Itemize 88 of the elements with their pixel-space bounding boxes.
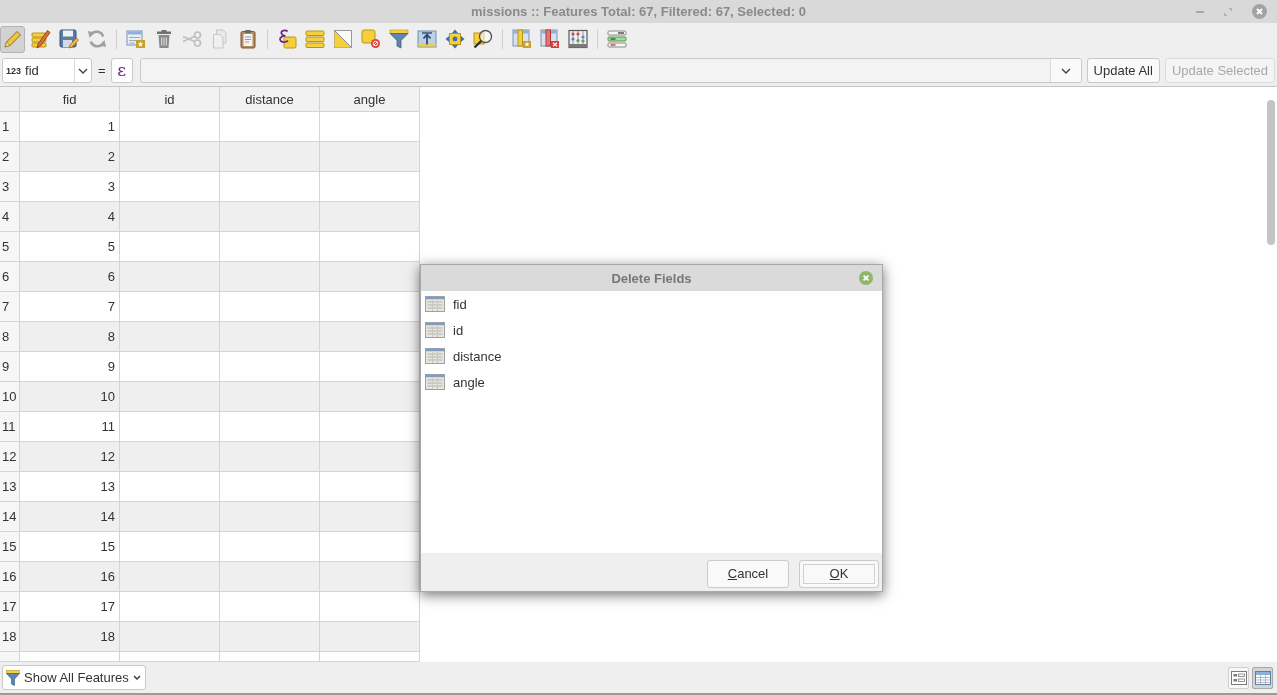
update-button[interactable]: Update All: [1086, 58, 1160, 83]
field-selector[interactable]: 123 fid: [2, 58, 92, 83]
table-cell: 8: [20, 322, 120, 352]
dialog-button[interactable]: Cancel: [707, 559, 789, 588]
close-icon[interactable]: [1252, 4, 1267, 19]
table-cell: 6: [20, 262, 120, 292]
row-header[interactable]: 15: [0, 532, 20, 562]
field-list-item[interactable]: id: [421, 317, 882, 343]
table-cell: 3: [20, 172, 120, 202]
chevron-down-icon: [132, 675, 141, 680]
minimize-icon[interactable]: [1196, 10, 1204, 13]
square-arrows-icon: [444, 29, 465, 49]
table-icon: [425, 348, 445, 364]
table-cell: 14: [20, 502, 120, 532]
row-header[interactable]: 3: [0, 172, 20, 202]
view-toggle-button[interactable]: [1228, 666, 1249, 689]
column-header[interactable]: fid: [20, 87, 120, 112]
table-cell: 16: [20, 562, 120, 592]
table-cell: 17: [20, 592, 120, 622]
table-cell: 4: [20, 202, 120, 232]
table-cell: 5: [20, 232, 120, 262]
expression-button[interactable]: ε: [110, 58, 133, 83]
field-list-item[interactable]: fid: [421, 291, 882, 317]
equals-sign: =: [98, 63, 106, 78]
filter-dropdown-button[interactable]: Show All Features: [2, 665, 146, 690]
row-header[interactable]: 10: [0, 382, 20, 412]
row-header[interactable]: 9: [0, 352, 20, 382]
refresh-icon: [86, 29, 107, 49]
row-header[interactable]: 11: [0, 412, 20, 442]
expression-field[interactable]: [139, 58, 1082, 83]
save-icon: [58, 29, 79, 49]
table-cell: 1: [20, 112, 120, 142]
column-header[interactable]: distance: [220, 87, 320, 112]
magnifier-square-icon: [472, 29, 493, 49]
dialog-button[interactable]: OK: [799, 559, 879, 588]
close-icon[interactable]: [859, 271, 873, 285]
row-header[interactable]: 17: [0, 592, 20, 622]
row-header[interactable]: 18: [0, 622, 20, 652]
table-cell: 11: [20, 412, 120, 442]
view-toggle-button[interactable]: [1252, 666, 1273, 689]
window-title: missions :: Features Total: 67, Filtered: 67, Selected: 0: [471, 4, 806, 19]
table-cell: 15: [20, 532, 120, 562]
row-header[interactable]: 4: [0, 202, 20, 232]
table-cell: 7: [20, 292, 120, 322]
table-cell: 10: [20, 382, 120, 412]
row-header[interactable]: 5: [0, 232, 20, 262]
table-icon: [425, 296, 445, 312]
funnel-icon: [6, 669, 20, 686]
row-header[interactable]: 1: [0, 112, 20, 142]
table-icon: [425, 374, 445, 390]
chevron-down-icon: [78, 67, 88, 74]
row-header[interactable]: 2: [0, 142, 20, 172]
table-cell: 12: [20, 442, 120, 472]
table-view-icon: [1254, 670, 1271, 685]
chevron-down-icon: [1060, 67, 1071, 74]
field-list-item[interactable]: angle: [421, 369, 882, 395]
funnel-icon: [388, 29, 409, 49]
pencil-bars-icon: [30, 29, 51, 49]
row-header[interactable]: 7: [0, 292, 20, 322]
row-header[interactable]: 13: [0, 472, 20, 502]
row-header[interactable]: 8: [0, 322, 20, 352]
epsilon-square-icon: [276, 29, 297, 49]
abacus-icon: [567, 29, 588, 49]
diagonal-square-icon: [332, 29, 353, 49]
rows-icon: [606, 29, 627, 49]
column-remove-icon: [539, 29, 560, 49]
table-star-icon: [125, 29, 146, 49]
table-icon: [425, 322, 445, 338]
table-cell: 18: [20, 622, 120, 652]
pencil-icon: [2, 29, 23, 49]
stacked-bars-icon: [304, 29, 325, 49]
scissors-icon: [181, 29, 202, 49]
table-cell: 13: [20, 472, 120, 502]
form-view-icon: [1230, 670, 1247, 685]
column-header[interactable]: id: [120, 87, 220, 112]
row-header[interactable]: 6: [0, 262, 20, 292]
square-remove-icon: [360, 29, 381, 49]
arrow-up-table-icon: [416, 29, 437, 49]
scrollbar-thumb[interactable]: [1267, 100, 1275, 245]
table-cell: 2: [20, 142, 120, 172]
field-list-item[interactable]: distance: [421, 343, 882, 369]
row-header[interactable]: 16: [0, 562, 20, 592]
row-header[interactable]: 14: [0, 502, 20, 532]
column-header[interactable]: angle: [320, 87, 420, 112]
table-cell: 9: [20, 352, 120, 382]
dialog-title: Delete Fields: [611, 270, 692, 286]
row-header[interactable]: 12: [0, 442, 20, 472]
clipboard-icon: [237, 29, 258, 49]
